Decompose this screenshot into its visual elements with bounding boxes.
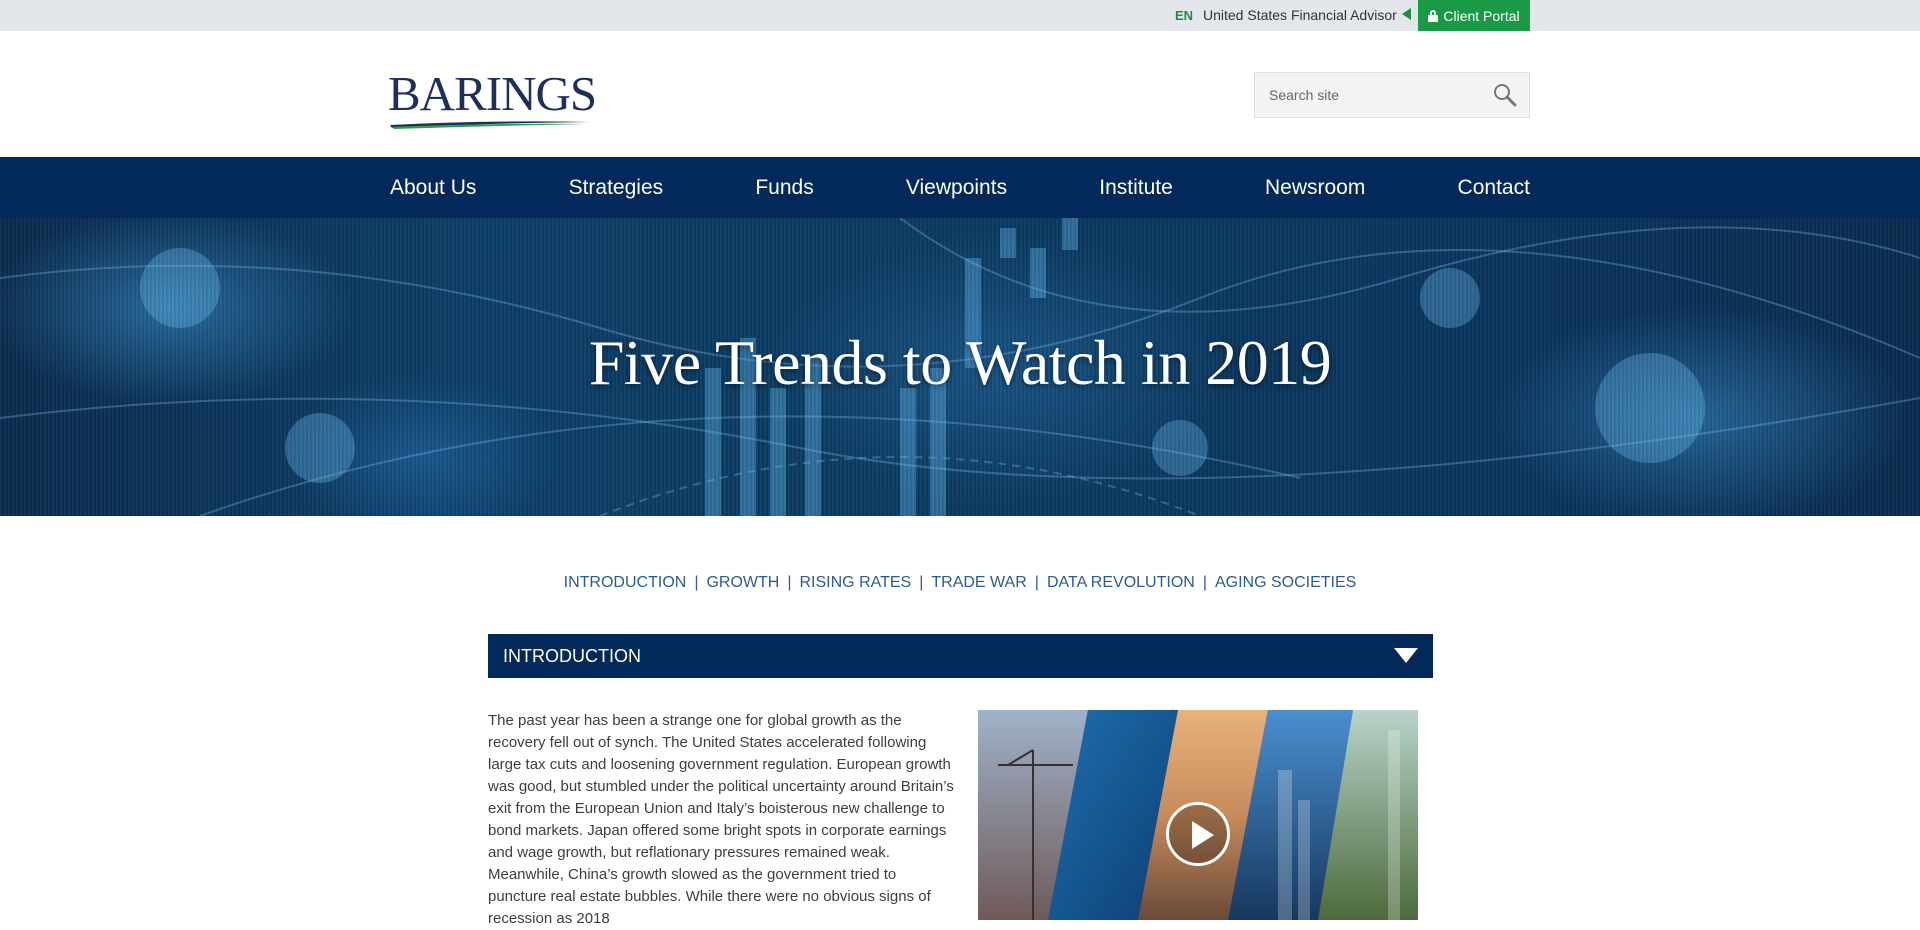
nav-item-viewpoints[interactable]: Viewpoints bbox=[906, 176, 1007, 200]
play-icon[interactable] bbox=[1166, 802, 1230, 866]
search-icon[interactable] bbox=[1491, 81, 1519, 109]
utility-bar: EN United States Financial Advisor Clien… bbox=[0, 0, 1920, 31]
section-link-growth[interactable]: GROWTH bbox=[706, 574, 779, 591]
nav-item-contact[interactable]: Contact bbox=[1458, 176, 1530, 200]
divider: | bbox=[787, 574, 792, 591]
lock-icon bbox=[1428, 9, 1439, 22]
client-portal-label: Client Portal bbox=[1443, 7, 1520, 24]
language-selector[interactable]: EN bbox=[1175, 8, 1193, 23]
nav-item-newsroom[interactable]: Newsroom bbox=[1265, 176, 1365, 200]
site-search bbox=[1254, 72, 1530, 118]
divider: | bbox=[919, 574, 924, 591]
nav-item-about-us[interactable]: About Us bbox=[390, 176, 476, 200]
section-link-data-revolution[interactable]: DATA REVOLUTION bbox=[1047, 574, 1195, 591]
section-link-rising-rates[interactable]: RISING RATES bbox=[800, 574, 912, 591]
client-portal-button[interactable]: Client Portal bbox=[1418, 0, 1530, 31]
hero-banner: Five Trends to Watch in 2019 bbox=[0, 218, 1920, 516]
nav-item-strategies[interactable]: Strategies bbox=[569, 176, 664, 200]
section-link-trade-war[interactable]: TRADE WAR bbox=[931, 574, 1026, 591]
barings-logo[interactable]: BARINGS bbox=[388, 69, 598, 129]
divider: | bbox=[694, 574, 699, 591]
introduction-paragraph: The past year has been a strange one for… bbox=[488, 712, 954, 927]
triangle-down-icon[interactable] bbox=[1394, 648, 1418, 663]
divider: | bbox=[1202, 574, 1207, 591]
page-title: Five Trends to Watch in 2019 bbox=[588, 327, 1332, 398]
section-link-aging-societies[interactable]: AGING SOCIETIES bbox=[1215, 574, 1356, 591]
section-nav: INTRODUCTION | GROWTH | RISING RATES | TRADE W… bbox=[0, 574, 1920, 592]
nav-item-funds[interactable]: Funds bbox=[755, 176, 813, 200]
accordion-title: INTRODUCTION bbox=[503, 646, 641, 666]
region-selector[interactable]: United States Financial Advisor bbox=[1203, 7, 1397, 23]
main-nav: About Us Strategies Funds Viewpoints Ins… bbox=[0, 157, 1920, 218]
introduction-accordion-header[interactable]: INTRODUCTION bbox=[488, 634, 1433, 678]
region-arrow-icon[interactable] bbox=[1402, 8, 1411, 20]
divider: | bbox=[1034, 574, 1039, 591]
site-header: BARINGS bbox=[0, 31, 1920, 157]
logo-text: BARINGS bbox=[388, 66, 597, 121]
search-input[interactable] bbox=[1255, 73, 1485, 117]
logo-swoosh bbox=[390, 121, 590, 129]
nav-item-institute[interactable]: Institute bbox=[1099, 176, 1173, 200]
section-link-introduction[interactable]: INTRODUCTION bbox=[564, 574, 687, 591]
video-thumbnail[interactable] bbox=[978, 710, 1418, 920]
